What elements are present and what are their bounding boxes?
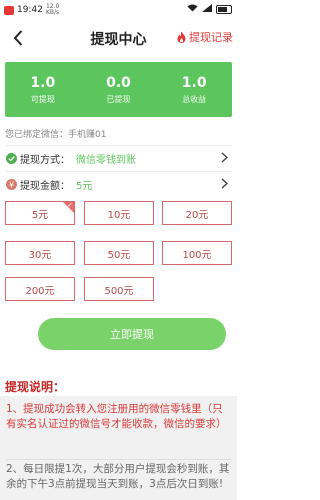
note-item-1: 1、提现成功会转入您注册用的微信零钱里（只有实名认证过的微信号才能收款，微信的要… bbox=[6, 403, 227, 430]
chevron-right-icon bbox=[221, 152, 229, 166]
stat-value: 0.0 bbox=[106, 74, 131, 91]
status-time: 19:42 bbox=[17, 5, 43, 15]
note-item-2: 2、每日限提1次，大部分用户提现会秒到账，其余的下午3点前提现当天到账，3点后次… bbox=[6, 459, 231, 492]
stat-withdrawn: 0.0 已提现 bbox=[81, 62, 157, 117]
chevron-right-icon bbox=[221, 178, 229, 192]
svg-text:¥: ¥ bbox=[8, 180, 13, 189]
amount-label: 提现金额： bbox=[20, 180, 70, 192]
amount-option-20[interactable]: 20元 bbox=[162, 201, 232, 225]
stat-withdrawable: 1.0 可提现 bbox=[5, 62, 81, 117]
amount-option-30[interactable]: 30元 bbox=[5, 241, 75, 265]
stat-label: 总收益 bbox=[182, 94, 207, 104]
option-label: 100元 bbox=[182, 249, 212, 261]
withdraw-record-link[interactable]: 提现记录 bbox=[176, 29, 233, 45]
stat-label: 可提现 bbox=[30, 94, 55, 104]
app-notification-icon bbox=[4, 5, 14, 15]
amount-option-5[interactable]: 5元 ✓ bbox=[5, 201, 75, 225]
notes-title: 提现说明： bbox=[5, 380, 66, 394]
battery-icon bbox=[216, 4, 232, 14]
option-label: 200元 bbox=[25, 285, 55, 297]
stat-label: 已提现 bbox=[106, 94, 131, 104]
status-bar: 19:42 12.0 KB/s bbox=[0, 0, 237, 20]
check-circle-icon bbox=[5, 152, 17, 164]
stat-total-earnings: 1.0 总收益 bbox=[156, 62, 232, 117]
option-label: 50元 bbox=[107, 249, 131, 261]
stat-value: 1.0 bbox=[181, 74, 207, 91]
bound-account-text: 您已绑定微信：手机赚01 bbox=[5, 130, 107, 140]
record-label: 提现记录 bbox=[189, 31, 233, 44]
balance-summary: 1.0 可提现 0.0 已提现 1.0 总收益 bbox=[5, 62, 232, 117]
option-label: 30元 bbox=[28, 249, 52, 261]
amount-value: 5元 bbox=[76, 180, 93, 192]
method-value: 微信零钱到账 bbox=[76, 154, 136, 166]
amount-option-50[interactable]: 50元 bbox=[84, 241, 154, 265]
check-icon: ✓ bbox=[67, 201, 73, 209]
option-label: 20元 bbox=[185, 209, 209, 221]
signal-icon bbox=[202, 4, 212, 14]
option-label: 10元 bbox=[107, 209, 131, 221]
option-label: 5元 bbox=[31, 209, 49, 221]
network-speed: 12.0 KB/s bbox=[45, 3, 60, 16]
flame-icon bbox=[177, 31, 186, 43]
header: 提现中心 提现记录 bbox=[0, 20, 237, 56]
method-label: 提现方式： bbox=[20, 154, 70, 166]
wifi-icon bbox=[187, 4, 198, 14]
amount-option-500[interactable]: 500元 bbox=[84, 277, 154, 301]
stat-value: 1.0 bbox=[30, 74, 56, 91]
coin-icon: ¥ bbox=[5, 178, 17, 190]
amount-option-100[interactable]: 100元 bbox=[162, 241, 232, 265]
withdraw-method-row[interactable]: 提现方式： 微信零钱到账 bbox=[5, 145, 232, 170]
withdraw-amount-row[interactable]: ¥ 提现金额： 5元 bbox=[5, 171, 232, 196]
amount-option-200[interactable]: 200元 bbox=[5, 277, 75, 301]
option-label: 500元 bbox=[104, 285, 134, 297]
amount-option-10[interactable]: 10元 bbox=[84, 201, 154, 225]
withdraw-submit-button[interactable]: 立即提现 bbox=[38, 318, 226, 350]
